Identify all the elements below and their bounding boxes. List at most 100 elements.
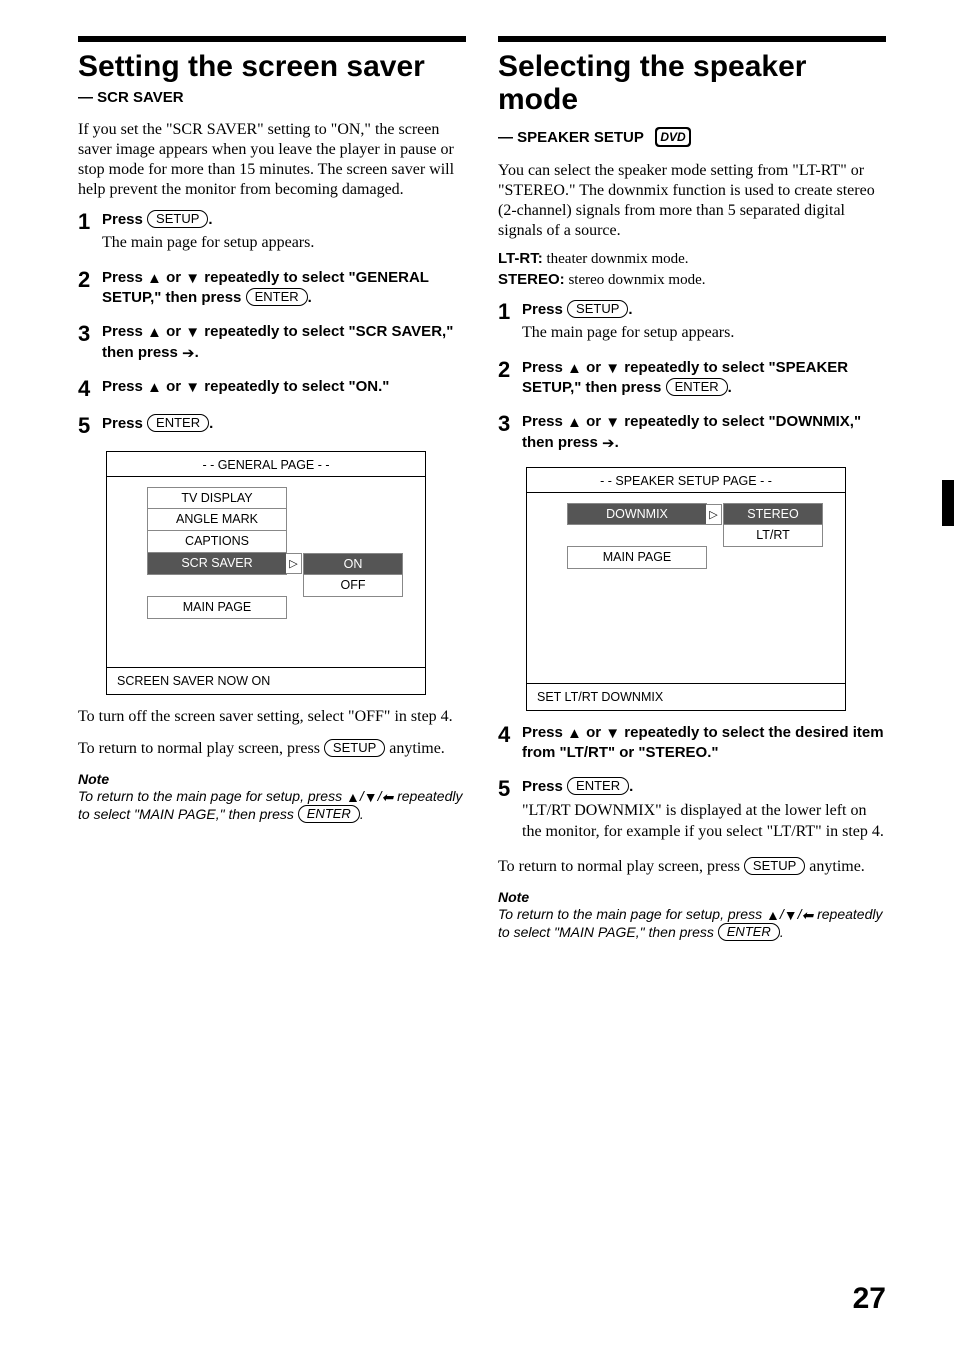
text: . <box>360 806 364 822</box>
menu-item: MAIN PAGE <box>147 597 287 619</box>
setup-button-label: SETUP <box>324 739 385 757</box>
step-number: 2 <box>78 268 102 291</box>
step-body: Press SETUP. The main page for setup app… <box>102 210 466 254</box>
page-number: 27 <box>853 1282 886 1316</box>
text: or <box>582 724 605 741</box>
menu-item: MAIN PAGE <box>567 547 707 569</box>
step-body: Press SETUP. The main page for setup app… <box>522 300 886 344</box>
step-number: 4 <box>78 377 102 400</box>
arrow-up-icon: ▲ <box>147 271 162 286</box>
option: LT/RT <box>723 525 823 547</box>
enter-button-label: ENTER <box>666 378 728 396</box>
text: or <box>162 323 185 340</box>
note-body: To return to the main page for setup, pr… <box>78 787 466 823</box>
step-body: Press ▲ or ▼ repeatedly to select "ON." <box>102 377 466 397</box>
text: or <box>162 378 185 395</box>
step-body: Press ▲ or ▼ repeatedly to select the de… <box>522 723 886 764</box>
option: OFF <box>303 575 403 597</box>
text: . <box>728 379 732 396</box>
arrow-down-icon: ▼ <box>605 726 620 741</box>
text: . <box>208 211 212 228</box>
step-body: Press ▲ or ▼ repeatedly to select "GENER… <box>102 268 466 309</box>
arrow-left-icon: ⬅ <box>801 908 813 922</box>
term: STEREO: <box>498 271 565 288</box>
option-selected: STEREO <box>723 503 823 525</box>
steps-list: 1 Press SETUP. The main page for setup a… <box>498 300 886 453</box>
heading-speaker-mode: Selecting the speaker mode — SPEAKER SET… <box>498 50 886 155</box>
svg-text:DVD: DVD <box>660 130 686 144</box>
osd-title: - - GENERAL PAGE - - <box>107 452 425 477</box>
def: stereo downmix mode. <box>565 272 706 288</box>
menu-item: ANGLE MARK <box>147 509 287 531</box>
setup-button-label: SETUP <box>147 210 208 228</box>
text: . <box>209 415 213 432</box>
osd-speaker-setup: - - SPEAKER SETUP PAGE - - DOWNMIX▷ MAIN… <box>526 467 846 711</box>
arrow-down-icon: ▼ <box>605 361 620 376</box>
arrow-down-icon: ▼ <box>185 271 200 286</box>
definition: STEREO: stereo downmix mode. <box>498 270 886 291</box>
term: LT-RT: <box>498 250 543 267</box>
menu-item-selected: SCR SAVER▷ <box>147 553 287 575</box>
text: To return to normal play screen, press <box>78 740 324 757</box>
note-heading: Note <box>498 889 886 905</box>
text: To return to normal play screen, press <box>498 858 744 875</box>
arrow-up-icon: ▲ <box>147 325 162 340</box>
dvd-icon: DVD <box>654 122 692 155</box>
menu-item: TV DISPLAY <box>147 487 287 509</box>
text: . <box>780 924 784 940</box>
osd-footer: SET LT/RT DOWNMIX <box>527 683 845 710</box>
text: Press <box>102 211 147 228</box>
arrow-right-icon: ➔ <box>602 436 615 451</box>
steps-list: 1 Press SETUP. The main page for setup a… <box>78 210 466 437</box>
step-number: 1 <box>498 300 522 323</box>
enter-button-label: ENTER <box>246 288 308 306</box>
enter-button-label: ENTER <box>147 414 209 432</box>
menu-column: TV DISPLAY ANGLE MARK CAPTIONS SCR SAVER… <box>147 487 287 619</box>
subheading: — SCR SAVER <box>78 89 466 106</box>
text: . <box>629 778 633 795</box>
option-column: STEREO LT/RT <box>723 503 823 547</box>
text: or <box>582 413 605 430</box>
option-selected: ON <box>303 553 403 575</box>
definition: LT-RT: theater downmix mode. <box>498 249 886 270</box>
arrow-up-icon: ▲ <box>567 726 582 741</box>
step-number: 5 <box>78 414 102 437</box>
heading-scr-saver: Setting the screen saver <box>78 50 466 83</box>
setup-button-label: SETUP <box>744 857 805 875</box>
step-number: 2 <box>498 358 522 381</box>
menu-spacer <box>567 525 707 547</box>
text: Press <box>522 724 567 741</box>
arrow-up-icon: ▲ <box>567 415 582 430</box>
arrow-left-icon: ⬅ <box>381 790 393 804</box>
label: DOWNMIX <box>606 507 668 521</box>
text: Press <box>522 359 567 376</box>
selection-arrow-icon: ▷ <box>706 504 722 525</box>
text: Press <box>102 415 147 432</box>
rule <box>78 36 466 42</box>
step-number: 1 <box>78 210 102 233</box>
text: . <box>628 301 632 318</box>
arrow-right-icon: ➔ <box>182 346 195 361</box>
selection-arrow-icon: ▷ <box>286 553 302 574</box>
step-body: Press ▲ or ▼ repeatedly to select "SPEAK… <box>522 358 886 399</box>
arrow-up-icon: ▲ <box>147 380 162 395</box>
text: To return to normal play screen, press S… <box>498 857 886 877</box>
menu-column: DOWNMIX▷ MAIN PAGE <box>567 503 707 569</box>
label: SCR SAVER <box>181 556 252 570</box>
arrow-down-icon: ▼ <box>185 325 200 340</box>
osd-body: DOWNMIX▷ MAIN PAGE STEREO LT/RT <box>527 493 845 683</box>
intro-text: You can select the speaker mode setting … <box>498 161 886 241</box>
arrow-up-icon: ▲ <box>346 790 360 804</box>
step-number: 3 <box>498 412 522 435</box>
intro-text: If you set the "SCR SAVER" setting to "O… <box>78 120 466 200</box>
left-column: Setting the screen saver — SCR SAVER If … <box>78 36 466 941</box>
step-number: 4 <box>498 723 522 746</box>
steps-list-cont: 4 Press ▲ or ▼ repeatedly to select the … <box>498 723 886 843</box>
step-number: 3 <box>78 322 102 345</box>
option-column: ON OFF <box>303 553 403 597</box>
enter-button-label: ENTER <box>567 777 629 795</box>
text: anytime. <box>805 858 865 875</box>
menu-item: CAPTIONS <box>147 531 287 553</box>
text: anytime. <box>385 740 445 757</box>
step-number: 5 <box>498 777 522 800</box>
